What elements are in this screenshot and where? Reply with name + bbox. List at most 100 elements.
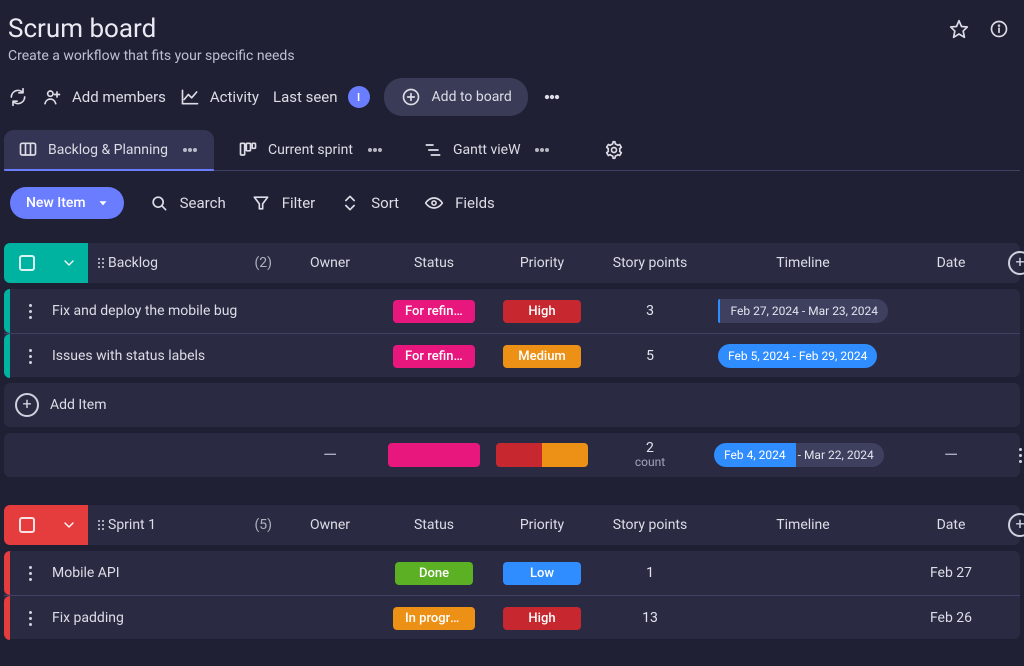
story-points-cell[interactable]: 13	[596, 610, 704, 626]
plus-circle-icon	[400, 86, 422, 108]
group-header-backlog: Backlog (2) Owner Status Priority Story …	[4, 243, 1020, 283]
kanban-icon	[238, 140, 258, 160]
board-icon	[18, 140, 38, 160]
date-cell[interactable]: Feb 27	[902, 565, 1000, 581]
priority-cell[interactable]: High	[488, 300, 596, 323]
story-points-cell[interactable]: 5	[596, 348, 704, 364]
timeline-cell[interactable]: Feb 5, 2024 - Feb 29, 2024	[704, 344, 902, 368]
add-column-button[interactable]	[1000, 251, 1024, 275]
date-cell[interactable]: Feb 26	[902, 610, 1000, 626]
sort-button[interactable]: Sort	[339, 192, 399, 214]
tab-backlog-planning[interactable]: Backlog & Planning	[4, 130, 214, 170]
star-icon[interactable]	[948, 18, 970, 40]
table-row[interactable]: Issues with status labels For refine… Me…	[4, 333, 1020, 377]
group-summary: — 2count Feb 4, 2024 - Mar 22, 2024 —	[4, 433, 1020, 477]
row-menu[interactable]	[10, 611, 50, 626]
table-row[interactable]: Mobile API Done Low 1 Feb 27	[4, 551, 1020, 595]
drag-icon[interactable]	[98, 520, 100, 530]
group-count: (5)	[254, 517, 272, 533]
col-story-points[interactable]: Story points	[596, 517, 704, 533]
priority-cell[interactable]: High	[488, 607, 596, 630]
group-collapse[interactable]	[50, 243, 88, 283]
fields-button[interactable]: Fields	[423, 192, 495, 214]
last-seen-label: Last seen	[273, 88, 338, 106]
summary-count: 2count	[596, 441, 704, 470]
plus-circle-icon	[1008, 251, 1024, 275]
tab-label: Backlog & Planning	[48, 142, 168, 158]
story-points-cell[interactable]: 3	[596, 303, 704, 319]
timeline-pill: Feb 5, 2024 - Feb 29, 2024	[718, 344, 877, 368]
status-cell[interactable]: In progress	[380, 607, 488, 630]
summary-status	[380, 443, 488, 467]
sort-label: Sort	[371, 194, 399, 212]
person-add-icon	[42, 87, 62, 107]
group-header-sprint-1: Sprint 1 (5) Owner Status Priority Story…	[4, 505, 1020, 545]
add-item-row[interactable]: Add Item	[4, 383, 1020, 427]
priority-cell[interactable]: Medium	[488, 345, 596, 368]
status-cell[interactable]: For refine…	[380, 300, 488, 323]
story-points-cell[interactable]: 1	[596, 565, 704, 581]
chevron-down-icon	[96, 196, 110, 210]
add-to-board-label: Add to board	[432, 89, 512, 105]
col-owner[interactable]: Owner	[280, 255, 380, 271]
status-cell[interactable]: For refine…	[380, 345, 488, 368]
col-status[interactable]: Status	[380, 517, 488, 533]
row-menu[interactable]	[10, 349, 50, 364]
tab-label: Current sprint	[268, 142, 353, 158]
row-name: Issues with status labels	[50, 348, 280, 364]
tab-settings-button[interactable]	[590, 132, 638, 168]
filter-label: Filter	[282, 194, 316, 212]
add-column-button[interactable]	[1000, 513, 1024, 537]
summary-date: —	[902, 445, 1000, 466]
row-menu[interactable]	[10, 304, 50, 319]
tab-gantt-view[interactable]: Gantt vieW	[409, 132, 567, 168]
col-priority[interactable]: Priority	[488, 255, 596, 271]
table-row[interactable]: Fix padding In progress High 13 Feb 26	[4, 595, 1020, 639]
plus-circle-icon	[1008, 513, 1024, 537]
col-date[interactable]: Date	[902, 255, 1000, 271]
more-button[interactable]	[542, 87, 562, 107]
col-story-points[interactable]: Story points	[596, 255, 704, 271]
sync-button[interactable]	[8, 87, 28, 107]
toolbar: Add members Activity Last seen I Add to …	[4, 64, 1020, 126]
col-priority[interactable]: Priority	[488, 517, 596, 533]
new-item-label: New Item	[26, 195, 86, 211]
drag-icon[interactable]	[98, 258, 100, 268]
tab-more-icon[interactable]	[365, 140, 385, 160]
last-seen[interactable]: Last seen I	[273, 86, 370, 108]
summary-more[interactable]	[1000, 448, 1024, 463]
priority-cell[interactable]: Low	[488, 562, 596, 585]
info-icon[interactable]	[988, 18, 1010, 40]
row-name: Fix padding	[50, 610, 280, 626]
col-owner[interactable]: Owner	[280, 517, 380, 533]
add-to-board-button[interactable]: Add to board	[384, 78, 528, 116]
row-name: Fix and deploy the mobile bug	[50, 303, 280, 319]
col-date[interactable]: Date	[902, 517, 1000, 533]
summary-owner: —	[280, 445, 380, 466]
filter-button[interactable]: Filter	[250, 192, 316, 214]
filter-icon	[250, 192, 272, 214]
group-checkbox[interactable]	[4, 505, 50, 545]
tab-more-icon[interactable]	[532, 140, 552, 160]
activity-button[interactable]: Activity	[180, 87, 259, 107]
title-block: Scrum board Create a workflow that fits …	[8, 14, 295, 64]
tab-more-icon[interactable]	[180, 140, 200, 160]
more-horizontal-icon	[542, 87, 562, 107]
row-menu[interactable]	[10, 566, 50, 581]
summary-priority	[488, 443, 596, 467]
group-collapse[interactable]	[50, 505, 88, 545]
add-members-button[interactable]: Add members	[42, 87, 166, 107]
add-members-label: Add members	[72, 88, 166, 106]
col-status[interactable]: Status	[380, 255, 488, 271]
search-button[interactable]: Search	[148, 192, 226, 214]
timeline-cell[interactable]: Feb 27, 2024 - Mar 23, 2024	[704, 299, 902, 323]
tab-current-sprint[interactable]: Current sprint	[224, 132, 399, 168]
timeline-pill: Feb 27, 2024 - Mar 23, 2024	[720, 299, 888, 323]
new-item-button[interactable]: New Item	[10, 187, 124, 219]
group-checkbox[interactable]	[4, 243, 50, 283]
table-row[interactable]: Fix and deploy the mobile bug For refine…	[4, 289, 1020, 333]
col-timeline[interactable]: Timeline	[704, 517, 902, 533]
status-cell[interactable]: Done	[380, 562, 488, 585]
action-bar: New Item Search Filter Sort	[4, 171, 1020, 227]
col-timeline[interactable]: Timeline	[704, 255, 902, 271]
